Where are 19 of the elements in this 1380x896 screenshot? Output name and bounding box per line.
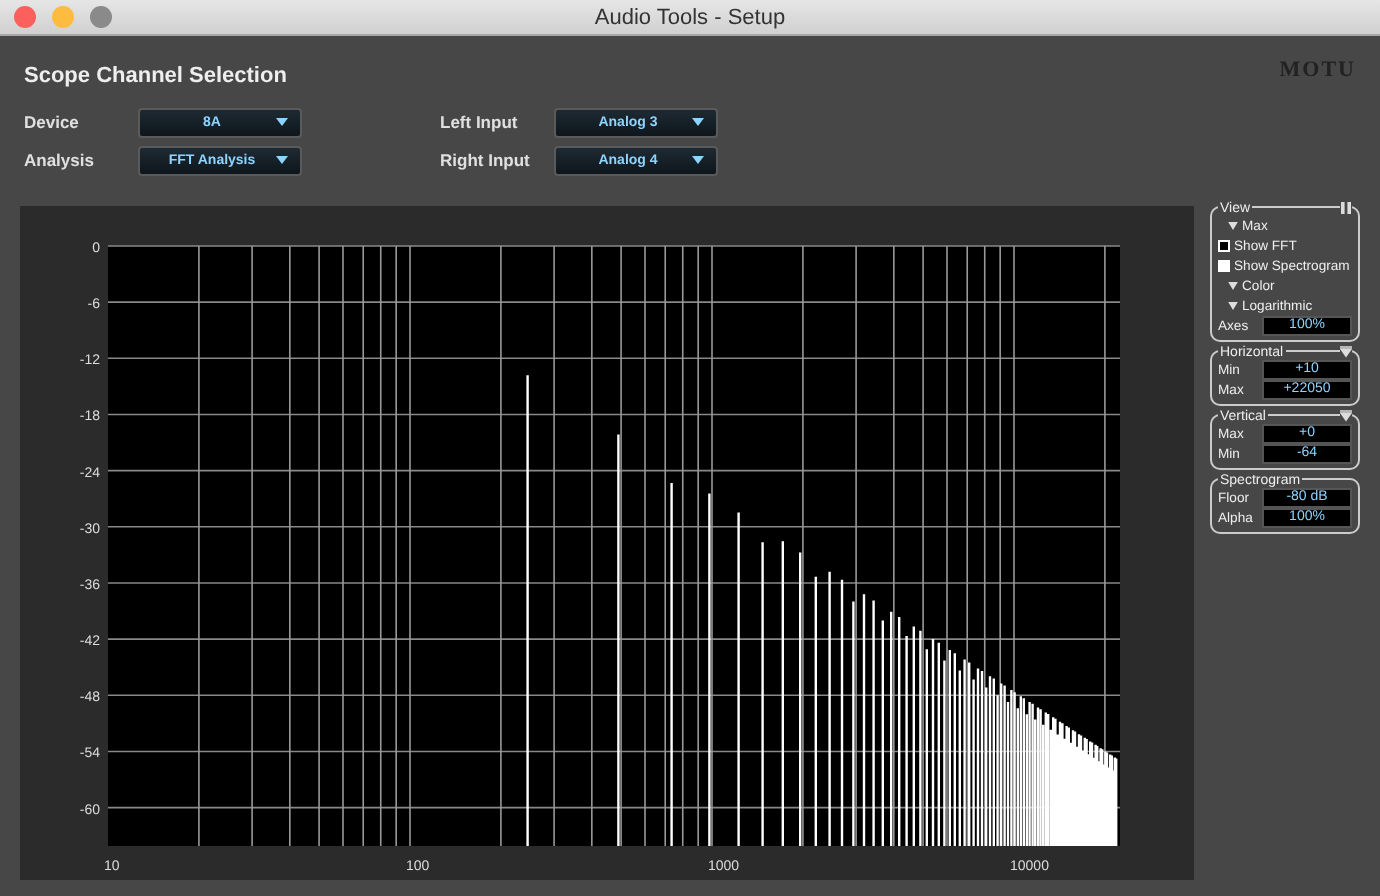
field-label: Analysis (24, 150, 96, 170)
checkbox[interactable] (1218, 260, 1230, 272)
field-label: Left Input (440, 112, 520, 132)
caret-icon (276, 118, 288, 126)
disclosure-icon[interactable] (1228, 282, 1238, 290)
caret-icon (692, 118, 704, 126)
pause-icon[interactable] (1340, 202, 1352, 214)
caret-icon (692, 156, 704, 164)
window-title: Audio Tools - Setup (594, 5, 786, 29)
field-label: Device (24, 112, 81, 132)
disclosure-icon[interactable] (1228, 302, 1238, 310)
dropdown-icon[interactable] (1340, 346, 1352, 358)
field-label: Right Input (440, 150, 532, 170)
disclosure-icon[interactable] (1228, 222, 1238, 230)
dropdown-icon[interactable] (1340, 410, 1352, 422)
caret-icon (276, 156, 288, 164)
checkbox[interactable] (1218, 240, 1230, 252)
section-title: Scope Channel Selection (24, 64, 287, 88)
zoom-button[interactable] (90, 6, 112, 28)
